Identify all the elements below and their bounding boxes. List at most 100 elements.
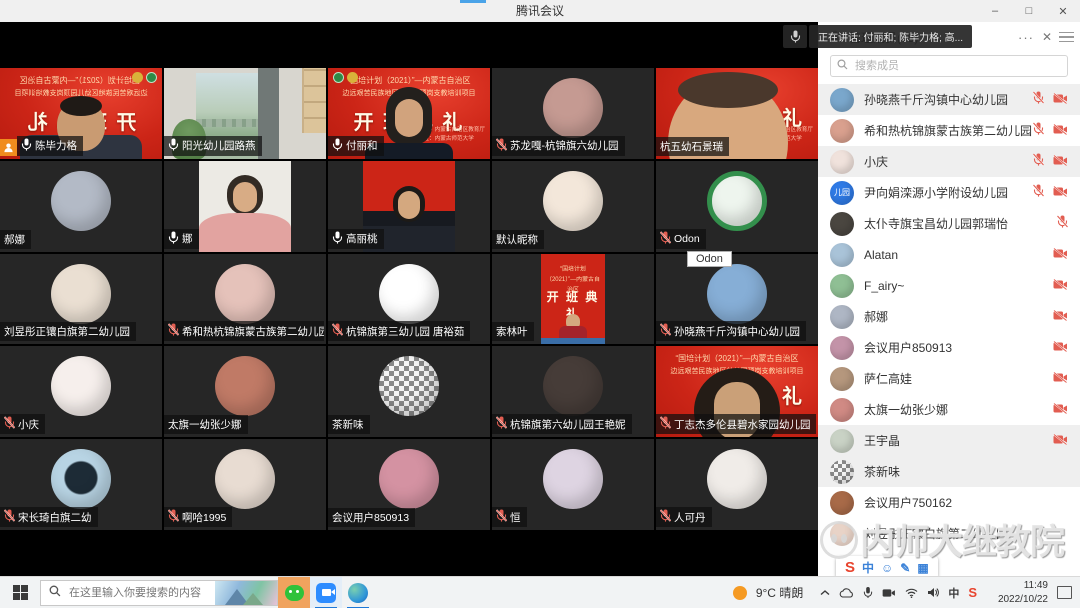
video-tile[interactable]: 茶新味 [328,346,490,437]
member-row[interactable]: 太旗一幼张少娜 [818,394,1080,425]
video-tile[interactable]: “国培计划（2021）”—内蒙古自治区边远艰苦民族地区幼儿园顶岗支教培训项目开 … [656,346,818,437]
maximize-button[interactable]: □ [1012,0,1046,22]
weather-temp[interactable]: 9°C 晴朗 [756,584,804,601]
video-tile[interactable]: 郝娜 [0,161,162,252]
action-center-icon[interactable] [1057,586,1072,599]
taskbar-meeting-button[interactable] [310,577,342,608]
camera-off-icon[interactable] [1053,401,1068,419]
taskbar-clock[interactable]: 11:49 2022/10/22 [986,579,1048,606]
member-row[interactable]: 儿园尹向娟滦源小学附设幼儿园 [818,177,1080,208]
mic-muted-icon[interactable] [1033,122,1044,140]
member-row[interactable]: F_airy~ [818,270,1080,301]
member-row[interactable]: 郝娜 [818,301,1080,332]
member-row[interactable]: Alatan [818,239,1080,270]
more-button[interactable]: ··· [1015,30,1037,45]
video-tile[interactable]: 宋长琦白旗二幼 [0,439,162,530]
video-tile[interactable]: “国培计划（2021）”—内蒙古自治区边远艰苦民族地区幼儿园顶岗支教培训项目开 … [0,68,162,159]
camera-off-icon[interactable] [1053,246,1068,264]
tile-name-label: 丁志杰多伦县碧水家园幼儿园 [656,414,816,434]
member-row[interactable]: 王宇晶 [818,425,1080,456]
member-row[interactable]: 刘昱彤正镶白旗第二幼儿园 [818,518,1080,549]
emoji-icon[interactable]: ☺ [881,561,893,575]
mic-muted-icon[interactable] [1033,91,1044,109]
camera-off-icon[interactable] [1053,432,1068,450]
video-tile[interactable]: 苏龙嘎-杭锦旗六幼儿园 [492,68,654,159]
video-tile[interactable]: 开 班 典 礼主办单位：内蒙古自治区教育厅承办单位：内蒙古师范大学杭五幼石景瑞 [656,68,818,159]
onedrive-cloud-icon[interactable] [839,588,854,598]
video-tile[interactable]: 默认昵称 [492,161,654,252]
video-tile[interactable]: “国培计划（2021）”—内蒙古自治区边远艰苦民族地区幼儿园顶岗支教培训项目开 … [328,68,490,159]
tray-chevron-icon[interactable] [820,589,830,597]
tile-name-label: Odon [656,229,706,249]
tile-label: 付丽和 [328,136,384,156]
ime-zh-icon[interactable]: 中 [862,559,874,576]
weather-sun-icon[interactable] [733,586,747,600]
video-tile[interactable]: Odon [656,161,818,252]
video-tile[interactable]: 高丽桃 [328,161,490,252]
video-tile[interactable]: 孙晓燕千斤沟镇中心幼儿园 [656,254,818,345]
member-search-input[interactable] [853,59,1061,73]
member-row[interactable]: 希和热杭锦旗蒙古族第二幼儿园 [818,115,1080,146]
volume-icon[interactable] [927,587,939,598]
mic-muted-icon[interactable] [1057,215,1068,233]
member-row[interactable]: 太仆寺旗宝昌幼儿园郭瑞怡 [818,208,1080,239]
ime-indicator[interactable]: 中 [948,585,959,601]
panel-close-button[interactable]: ✕ [1037,30,1057,44]
video-tile[interactable]: 阳光幼儿园路燕 [164,68,326,159]
member-row[interactable]: 会议用户850913 [818,332,1080,363]
minimize-button[interactable]: – [978,0,1012,22]
video-tile[interactable]: 杭锦旗第三幼儿园 唐裕茹 [328,254,490,345]
member-row[interactable]: 茶新味 [818,456,1080,487]
camera-off-icon[interactable] [1053,370,1068,388]
pen-icon[interactable]: ✎ [900,561,910,575]
camera-off-icon[interactable] [1053,91,1068,109]
camera-off-icon[interactable] [1053,339,1068,357]
participant-name: 付丽和 [346,138,378,153]
start-button[interactable] [0,577,40,608]
tray-camera-icon[interactable] [882,588,896,598]
mic-on-icon [332,231,343,247]
camera-off-icon[interactable] [1053,308,1068,326]
tile-label: 丁志杰多伦县碧水家园幼儿园 [656,414,816,434]
taskbar-search[interactable] [40,580,278,606]
video-tile[interactable]: 小庆 [0,346,162,437]
tray-mic-icon[interactable] [863,586,873,599]
video-tile[interactable]: 会议用户850913 [328,439,490,530]
taskbar-wechat-button[interactable] [278,577,310,608]
video-tile[interactable]: 人可丹 [656,439,818,530]
tile-name-label: 会议用户850913 [328,508,415,527]
video-tile[interactable]: 恒 [492,439,654,530]
member-search[interactable] [830,55,1068,77]
taskbar-edge-button[interactable] [342,577,374,608]
member-name: 会议用户750162 [864,494,1068,511]
video-tile[interactable]: 啊哈1995 [164,439,326,530]
member-status-icons [1053,432,1068,450]
sogou-icon[interactable]: S [845,559,855,576]
camera-off-icon[interactable] [1053,184,1068,202]
video-tile[interactable]: “国培计划（2021）”—内蒙古自治区开 班 典 礼索林叶 [492,254,654,345]
mic-muted-icon[interactable] [1033,153,1044,171]
video-tile[interactable]: 杭锦旗第六幼儿园王艳妮 [492,346,654,437]
participant-name: 杭锦旗第六幼儿园王艳妮 [510,417,626,432]
member-row[interactable]: 萨仁高娃 [818,363,1080,394]
video-tile[interactable]: 希和热杭锦旗蒙古族第二幼儿园 [164,254,326,345]
title-bar: 腾讯会议 – □ ✕ [0,0,1080,22]
member-row[interactable]: 小庆 [818,146,1080,177]
tile-name-label: 陈毕力格 [17,136,83,156]
keyboard-icon[interactable]: ▦ [917,561,928,575]
camera-off-icon[interactable] [1053,122,1068,140]
video-tile[interactable]: 娜 [164,161,326,252]
camera-off-icon[interactable] [1053,153,1068,171]
camera-off-icon[interactable] [1053,277,1068,295]
sogou-tray-icon[interactable]: S [968,585,977,600]
member-row[interactable]: 会议用户750162 [818,487,1080,518]
video-tile[interactable]: 刘昱彤正镶白旗第二幼儿园 [0,254,162,345]
video-tile[interactable]: 太旗一幼张少娜 [164,346,326,437]
close-button[interactable]: ✕ [1046,0,1080,22]
mic-muted-icon[interactable] [1033,184,1044,202]
taskbar-search-input[interactable] [67,586,207,600]
participant-name: 郝娜 [4,232,25,247]
wifi-icon[interactable] [905,588,918,598]
menu-icon[interactable] [1059,32,1074,43]
member-row[interactable]: 孙晓燕千斤沟镇中心幼儿园 [818,84,1080,115]
